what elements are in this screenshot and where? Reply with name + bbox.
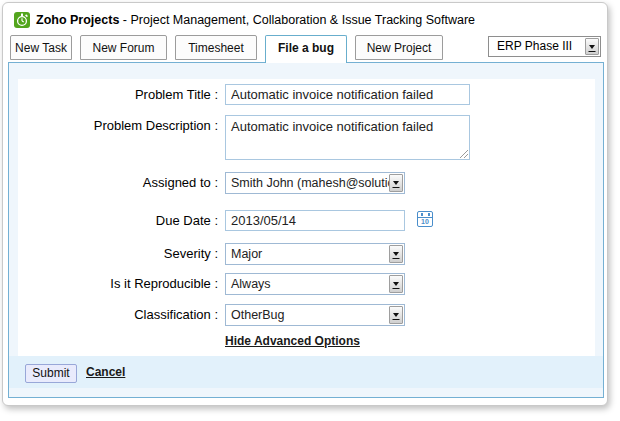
due-date-label: Due Date : xyxy=(18,210,218,231)
header: Zoho Projects - Project Management, Coll… xyxy=(14,11,475,29)
reproducible-value: Always xyxy=(231,277,271,291)
problem-title-label: Problem Title : xyxy=(18,84,218,105)
chevron-down-icon xyxy=(389,275,403,293)
assigned-to-label: Assigned to : xyxy=(18,172,218,194)
assigned-to-value: Smith John (mahesh@solutio xyxy=(231,176,394,190)
zoho-projects-logo-icon xyxy=(14,12,30,28)
chevron-down-icon xyxy=(585,38,599,55)
reproducible-select[interactable]: Always xyxy=(225,273,405,295)
bug-form: Problem Title : Problem Description : As… xyxy=(18,79,595,356)
tab-file-a-bug[interactable]: File a bug xyxy=(265,35,347,63)
tab-timesheet[interactable]: Timesheet xyxy=(175,35,257,60)
calendar-day: 10 xyxy=(418,218,432,225)
app-title-suffix: - Project Management, Collaboration & Is… xyxy=(119,13,475,27)
cancel-link[interactable]: Cancel xyxy=(86,365,125,379)
reproducible-label: Is it Reproducible : xyxy=(18,273,218,295)
due-date-input[interactable] xyxy=(225,210,405,231)
problem-title-input[interactable] xyxy=(225,84,470,105)
severity-label: Severity : xyxy=(18,243,218,265)
classification-value: OtherBug xyxy=(231,308,285,322)
project-selector-value: ERP Phase III xyxy=(497,39,572,53)
project-selector[interactable]: ERP Phase III xyxy=(488,36,601,57)
tab-bar: New Task New Forum Timesheet File a bug … xyxy=(10,35,602,66)
file-a-bug-panel: Problem Title : Problem Description : As… xyxy=(8,62,604,398)
assigned-to-select[interactable]: Smith John (mahesh@solutio xyxy=(225,172,405,194)
tab-new-task[interactable]: New Task xyxy=(10,35,72,60)
chevron-down-icon xyxy=(389,306,403,324)
hide-advanced-options-link[interactable]: Hide Advanced Options xyxy=(225,334,360,348)
chevron-down-icon xyxy=(389,245,403,263)
app-window: Zoho Projects - Project Management, Coll… xyxy=(2,2,608,406)
submit-button[interactable]: Submit xyxy=(25,364,77,383)
app-name: Zoho Projects xyxy=(36,13,119,27)
problem-description-label: Problem Description : xyxy=(18,115,218,136)
tab-new-forum[interactable]: New Forum xyxy=(80,35,167,60)
severity-value: Major xyxy=(231,247,262,261)
classification-label: Classification : xyxy=(18,304,218,326)
form-footer: Submit Cancel xyxy=(9,356,603,388)
chevron-down-icon xyxy=(389,174,403,192)
calendar-icon[interactable]: 10 xyxy=(417,211,433,227)
classification-select[interactable]: OtherBug xyxy=(225,304,405,326)
page-title: Zoho Projects - Project Management, Coll… xyxy=(36,13,475,27)
problem-description-textarea[interactable] xyxy=(225,115,470,160)
tab-new-project[interactable]: New Project xyxy=(355,35,443,60)
severity-select[interactable]: Major xyxy=(225,243,405,265)
